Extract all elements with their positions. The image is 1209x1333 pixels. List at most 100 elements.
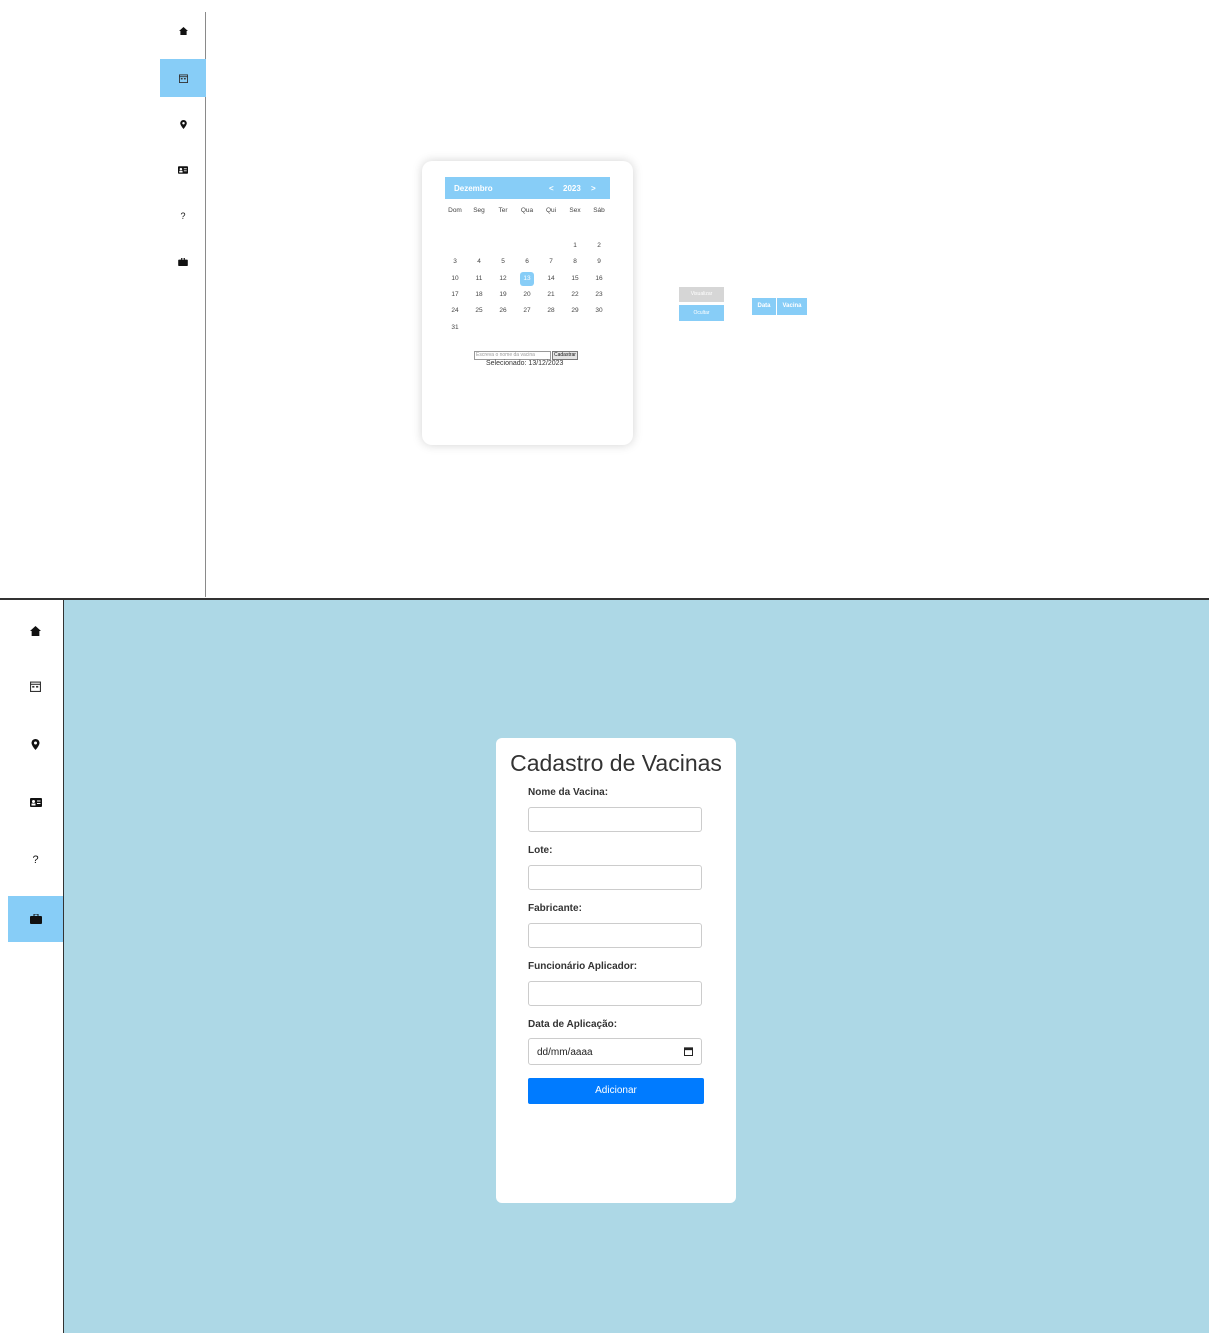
calendar-icon — [178, 73, 188, 83]
calendar-day[interactable]: 28 — [539, 303, 563, 319]
calendar-icon[interactable] — [684, 1047, 693, 1056]
weekday-label: Seg — [473, 207, 485, 214]
calendar-header: Dezembro < 2023 > — [445, 177, 610, 199]
home-icon — [30, 626, 41, 636]
calendar-day[interactable]: 2 — [587, 238, 611, 254]
sidebar-item-location[interactable] — [8, 721, 63, 767]
calendar-day[interactable]: 3 — [443, 254, 467, 270]
calendar-day[interactable]: 21 — [539, 287, 563, 303]
calendar-day-label: 22 — [571, 290, 579, 298]
batch-field[interactable] — [528, 865, 702, 890]
sidebar-item-location[interactable] — [160, 105, 206, 143]
calendar-day[interactable]: 19 — [491, 287, 515, 303]
application-date-field[interactable]: dd/mm/aaaa — [528, 1038, 702, 1065]
empty-day — [539, 238, 563, 254]
sidebar-item-help[interactable]: ? — [8, 837, 63, 883]
calendar-day[interactable]: 26 — [491, 303, 515, 319]
calendar-day-selected[interactable]: 13 — [515, 271, 539, 287]
vaccine-name-label: Nome da Vacina: — [528, 787, 609, 798]
sidebar-item-profile[interactable] — [8, 779, 63, 825]
calendar-day[interactable]: 20 — [515, 287, 539, 303]
sidebar-item-calendar[interactable] — [8, 663, 63, 709]
calendar-day[interactable]: 25 — [467, 303, 491, 319]
calendar-day-label: 6 — [525, 258, 529, 266]
calendar-day[interactable]: 11 — [467, 271, 491, 287]
manufacturer-label: Fabricante: — [528, 903, 582, 914]
calendar-day[interactable]: 29 — [563, 303, 587, 319]
calendar-day[interactable]: 27 — [515, 303, 539, 319]
hide-button[interactable]: Ocultar — [679, 305, 724, 321]
calendar-day-label: 26 — [499, 307, 507, 315]
calendar-day[interactable]: 10 — [443, 271, 467, 287]
calendar-day[interactable]: 7 — [539, 254, 563, 270]
id-card-icon — [29, 797, 42, 807]
calendar-day-label: 18 — [475, 290, 483, 298]
calendar-day[interactable]: 6 — [515, 254, 539, 270]
calendar-day[interactable]: 24 — [443, 303, 467, 319]
calendar-card: Dezembro < 2023 > Dom Seg Ter Qua Qui Sex Sáb 1… — [422, 161, 633, 445]
empty-day — [467, 238, 491, 254]
calendar-day-label: 20 — [523, 290, 531, 298]
view-button[interactable]: Visualizar — [679, 287, 724, 302]
prev-year-button[interactable]: < — [549, 184, 554, 193]
calendar-day[interactable]: 12 — [491, 271, 515, 287]
calendar-day[interactable]: 30 — [587, 303, 611, 319]
question-icon: ? — [180, 211, 186, 221]
calendar-screen: ? Dezembro < 2023 > Dom Seg Ter Qua Qui Sex Sá… — [0, 0, 1209, 598]
calendar-day-label: 21 — [547, 290, 555, 298]
calendar-day[interactable]: 15 — [563, 271, 587, 287]
empty-day — [491, 238, 515, 254]
calendar-day[interactable]: 31 — [443, 320, 467, 336]
sidebar-item-home[interactable] — [8, 608, 63, 654]
weekday-label: Qui — [545, 207, 557, 214]
sidebar-item-profile[interactable] — [160, 151, 206, 189]
calendar-register-form: Escreva o nome da vacina Cadastrar — [474, 351, 578, 360]
calendar-day[interactable]: 9 — [587, 254, 611, 270]
calendar-day[interactable]: 1 — [563, 238, 587, 254]
calendar-day[interactable]: 17 — [443, 287, 467, 303]
map-pin-icon — [31, 738, 40, 750]
briefcase-icon — [178, 258, 188, 266]
calendar-day[interactable]: 22 — [563, 287, 587, 303]
vaccine-name-field[interactable] — [528, 807, 702, 832]
sidebar-divider — [205, 12, 206, 597]
tab-data[interactable]: Data — [752, 298, 776, 315]
application-date-label: Data de Aplicação: — [528, 1019, 618, 1030]
calendar-day[interactable]: 23 — [587, 287, 611, 303]
batch-label: Lote: — [528, 845, 553, 856]
weekday-label: Sex — [569, 207, 581, 214]
register-button[interactable]: Cadastrar — [552, 351, 578, 360]
manufacturer-field[interactable] — [528, 923, 702, 948]
sidebar-item-calendar[interactable] — [160, 59, 206, 97]
applicator-field[interactable] — [528, 981, 702, 1006]
sidebar-item-vaccines[interactable] — [160, 243, 206, 281]
calendar-day[interactable]: 16 — [587, 271, 611, 287]
calendar-day[interactable]: 18 — [467, 287, 491, 303]
calendar-day-label: 5 — [501, 258, 505, 266]
calendar-day-label: 17 — [451, 290, 459, 298]
calendar-day[interactable]: 14 — [539, 271, 563, 287]
empty-day — [515, 238, 539, 254]
calendar-day-label: 29 — [571, 307, 579, 315]
add-button[interactable]: Adicionar — [528, 1078, 704, 1104]
weekday-label: Sáb — [593, 207, 605, 214]
calendar-day[interactable]: 8 — [563, 254, 587, 270]
calendar-day-label: 9 — [597, 258, 601, 266]
briefcase-icon — [29, 914, 42, 924]
calendar-day[interactable]: 4 — [467, 254, 491, 270]
tab-vacina[interactable]: Vacina — [777, 298, 807, 315]
calendar-day-label: 24 — [451, 307, 459, 315]
calendar-day-label: 23 — [595, 290, 603, 298]
calendar-icon — [30, 681, 41, 692]
next-year-button[interactable]: > — [591, 184, 596, 193]
calendar-day-label: 2 — [597, 241, 601, 249]
home-icon — [178, 27, 188, 35]
sidebar-item-help[interactable]: ? — [160, 197, 206, 235]
sidebar-item-vaccines[interactable] — [8, 896, 63, 942]
calendar-day-label: 1 — [573, 241, 577, 249]
sidebar-item-home[interactable] — [160, 12, 206, 50]
vaccine-name-input[interactable]: Escreva o nome da vacina — [474, 351, 551, 360]
calendar-day[interactable]: 5 — [491, 254, 515, 270]
calendar-day-label: 8 — [573, 258, 577, 266]
vaccine-form-screen: ? Cadastro de Vacinas Nome da Vacina: Lo… — [0, 600, 1209, 1333]
